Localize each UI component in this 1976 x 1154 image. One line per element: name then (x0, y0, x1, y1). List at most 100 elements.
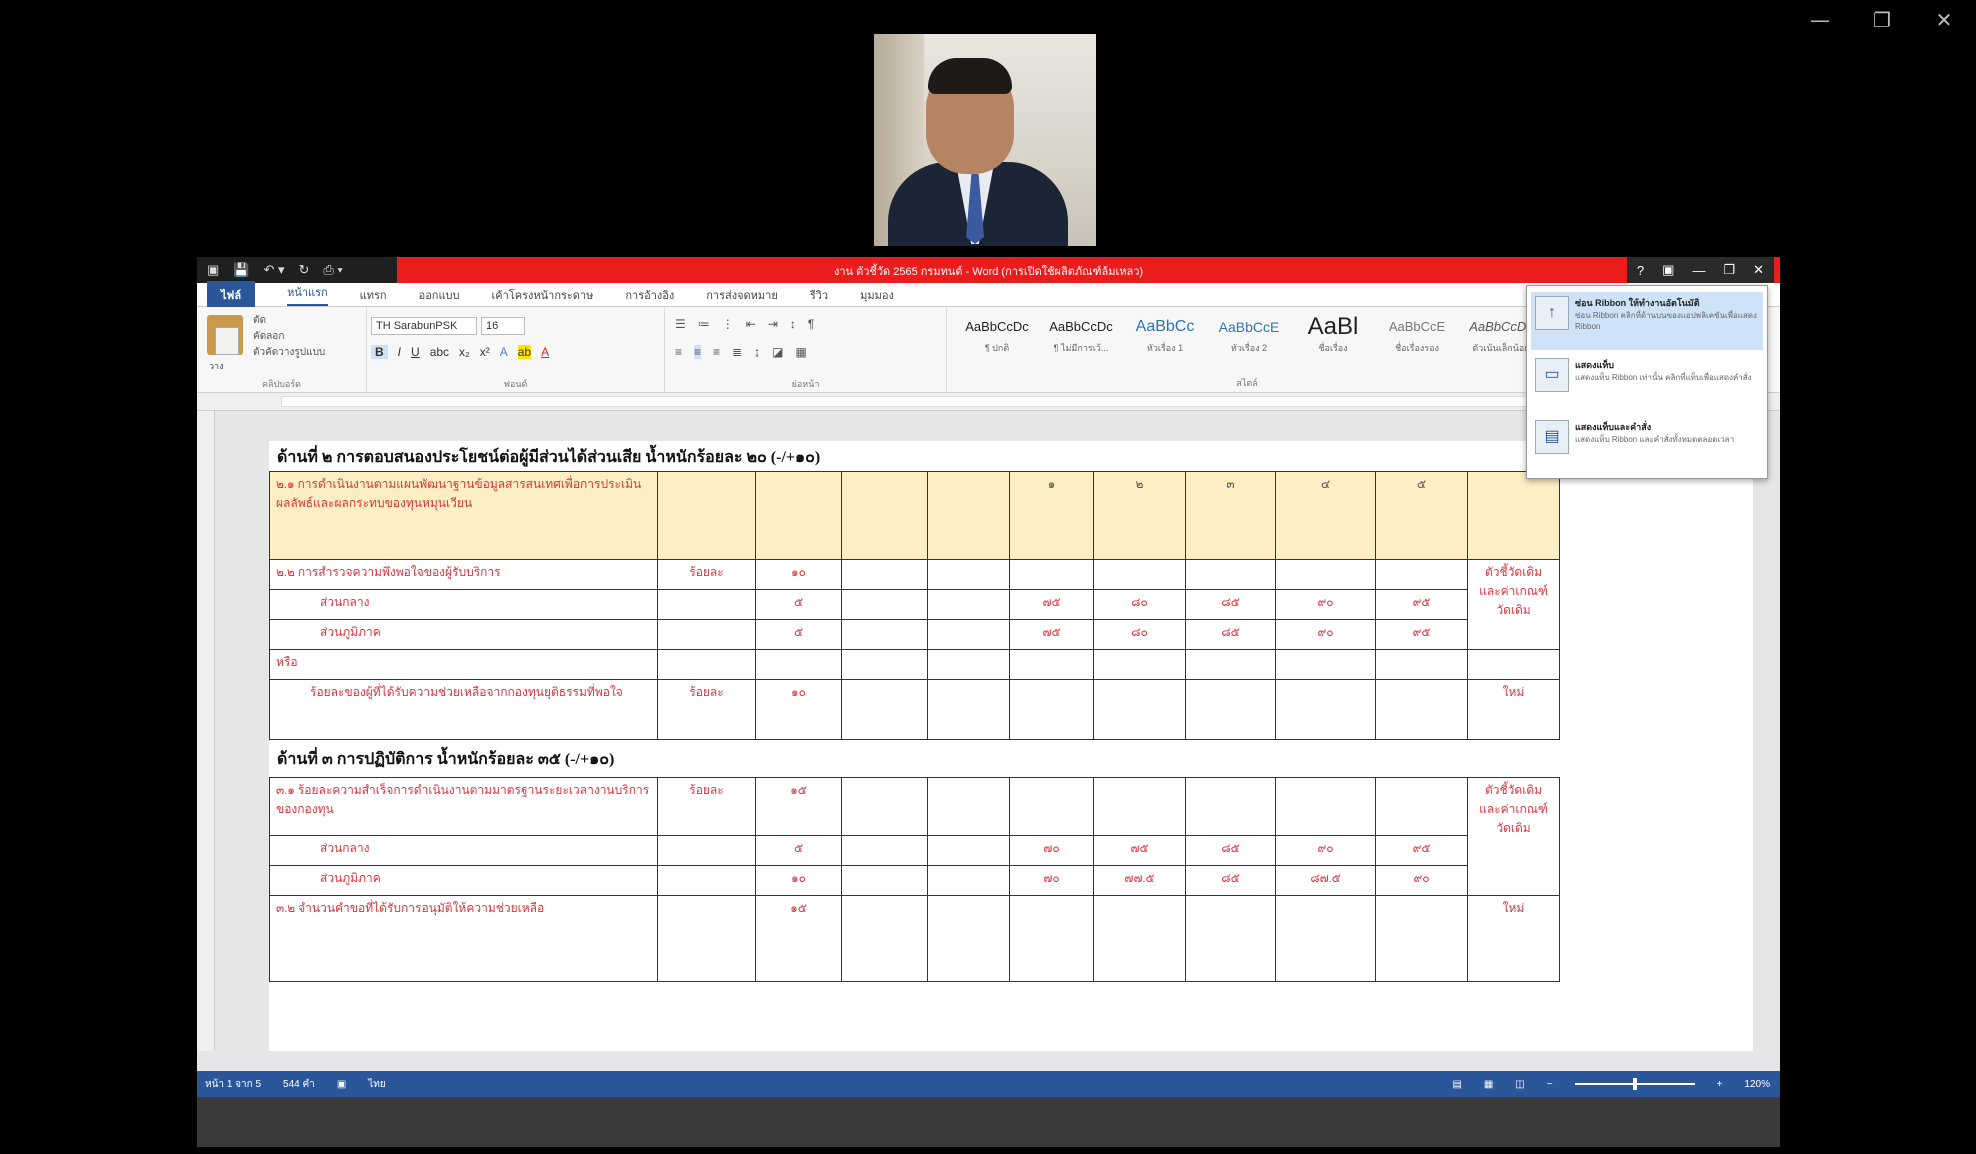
font-color-icon[interactable]: A (541, 345, 549, 359)
justify-icon[interactable]: ≣ (732, 345, 742, 359)
style-heading-2[interactable]: AaBbCcE หัวเรื่อง 2 (1209, 313, 1289, 369)
menu-item-show-tabs-and-commands[interactable]: ▤ แสดงแท็บและคำสั่ง แสดงแท็บ Ribbon และคำ… (1531, 416, 1763, 474)
window-minimize-button[interactable]: — (1800, 8, 1840, 32)
table-row: ๒.๒ การสำรวจความพึงพอใจของผู้รับบริการ ร… (269, 559, 1670, 650)
show-tabs-commands-icon: ▤ (1535, 420, 1569, 454)
minimize-icon[interactable]: — (1692, 263, 1705, 278)
indicator-cell: ส่วนภูมิภาค (269, 865, 658, 896)
score-cell: ๘๐ (1093, 589, 1186, 620)
style-subtitle[interactable]: AaBbCcE ชื่อเรื่องรอง (1377, 313, 1457, 369)
vertical-ruler[interactable] (197, 411, 215, 1051)
lower-blank-area (197, 1097, 1780, 1147)
menu-item-desc: แสดงแท็บ Ribbon เท่านั้น คลิกที่แท็บเพื่… (1575, 373, 1752, 382)
score-cell: ๗๕ (1009, 619, 1094, 650)
style-name: ชื่อเรื่องรอง (1395, 343, 1439, 353)
style-normal[interactable]: AaBbCcDc ¶ ปกติ (957, 313, 1037, 369)
subscript-icon[interactable]: x₂ (459, 345, 470, 359)
document-page[interactable]: ด้านที่ ๒ การตอบสนองประโยชน์ต่อผู้มีส่วน… (269, 441, 1753, 1051)
close-icon[interactable]: ✕ (1753, 262, 1764, 278)
menu-item-auto-hide-ribbon[interactable]: ↑ ซ่อน Ribbon ให้ทำงานอัตโนมัติ ซ่อน Ribb… (1531, 292, 1763, 350)
table-row: ๓.๒ จำนวนคำขอที่ได้รับการอนุมัติให้ความช… (269, 895, 1670, 982)
window-restore-button[interactable]: ❐ (1862, 8, 1902, 32)
style-name: ¶ ไม่มีการเว้... (1053, 343, 1109, 353)
tab-references[interactable]: การอ้างอิง (625, 286, 674, 304)
align-center-icon[interactable]: ≡ (694, 345, 702, 359)
paste-button[interactable] (207, 315, 243, 355)
indicator-cell: ๒.๑ การดำเนินงานตามแผนพัฒนาฐานข้อมูลสารส… (269, 471, 658, 560)
zoom-out-icon[interactable]: − (1547, 1079, 1553, 1090)
tab-home[interactable]: หน้าแรก (287, 283, 328, 306)
font-size-box[interactable]: 16 (481, 317, 525, 335)
shading-icon[interactable]: ◪ (772, 345, 783, 359)
score-cell: ๙๐ (1275, 589, 1376, 620)
tab-insert[interactable]: แทรก (360, 286, 387, 304)
style-no-spacing[interactable]: AaBbCcDc ¶ ไม่มีการเว้... (1041, 313, 1121, 369)
increase-indent-icon[interactable]: ⇥ (768, 317, 778, 331)
score-cell: ๔ (1275, 471, 1376, 560)
undo-icon[interactable]: ↶ ▾ (263, 262, 284, 278)
underline-button[interactable]: U (411, 345, 420, 359)
paste-label: วาง (209, 361, 224, 371)
line-spacing-icon[interactable]: ↨ (754, 345, 760, 359)
sort-icon[interactable]: ↕ (790, 317, 796, 331)
tab-review[interactable]: รีวิว (810, 286, 828, 304)
strikethrough-icon[interactable]: abc (430, 345, 449, 359)
zoom-level[interactable]: 120% (1744, 1079, 1770, 1090)
print-layout-icon[interactable]: ▦ (1484, 1079, 1493, 1090)
tab-design[interactable]: ออกแบบ (419, 286, 460, 304)
style-name: หัวเรื่อง 2 (1230, 343, 1268, 353)
cut-button[interactable]: ตัด (253, 313, 266, 328)
window-close-button[interactable]: ✕ (1924, 8, 1964, 32)
text-effects-icon[interactable]: A (500, 345, 508, 359)
copy-button[interactable]: คัดลอก (253, 329, 284, 344)
align-right-icon[interactable]: ≡ (713, 345, 720, 359)
weight-cell (755, 471, 842, 560)
read-mode-icon[interactable]: ▤ (1452, 1079, 1461, 1090)
web-layout-icon[interactable]: ◫ (1515, 1079, 1524, 1090)
format-painter-button[interactable]: ตัวคัดวางรูปแบบ (253, 345, 325, 360)
note-cell: ใหม่ (1467, 679, 1560, 740)
italic-button[interactable]: I (398, 345, 401, 359)
style-heading-1[interactable]: AaBbCc หัวเรื่อง 1 (1125, 313, 1205, 369)
align-left-icon[interactable]: ≡ (675, 345, 682, 359)
clipboard-group: วาง ตัด คัดลอก ตัวคัดวางรูปแบบ คลิปบอร์ด (197, 307, 367, 393)
table-row: ส่วนกลาง ๕ ๗๕ ๘๐ ๘๕ ๙๐ ๙๕ (269, 589, 1670, 620)
proofing-icon[interactable]: ▣ (337, 1079, 346, 1090)
ribbon-display-options-icon[interactable]: ▣ (1662, 262, 1674, 278)
highlight-icon[interactable]: ab (517, 345, 532, 359)
bullets-icon[interactable]: ☰ (675, 317, 686, 331)
paragraph-row-2: ≡ ≡ ≡ ≣ ↨ ◪ ▦ (675, 345, 807, 359)
style-title[interactable]: AaBl ชื่อเรื่อง (1293, 313, 1373, 369)
print-preview-icon[interactable]: ⎙ ▾ (323, 262, 342, 278)
help-icon[interactable]: ? (1637, 263, 1644, 278)
multilevel-list-icon[interactable]: ⋮ (722, 317, 734, 331)
score-cell: ๘๕ (1185, 589, 1276, 620)
bold-button[interactable]: B (371, 345, 388, 359)
borders-icon[interactable]: ▦ (795, 345, 806, 359)
font-name-box[interactable]: TH SarabunPSK (371, 317, 477, 335)
menu-item-title: แสดงแท็บ (1575, 360, 1614, 370)
zoom-slider[interactable] (1574, 1078, 1695, 1090)
word-count[interactable]: 544 คำ (283, 1077, 315, 1092)
style-name: ¶ ปกติ (984, 343, 1010, 353)
weight-cell: ๑๕ (755, 777, 842, 836)
redo-icon[interactable]: ↻ (299, 262, 310, 278)
pilcrow-icon[interactable]: ¶ (808, 317, 814, 331)
language-indicator[interactable]: ไทย (368, 1077, 385, 1092)
zoom-slider-thumb[interactable] (1632, 1078, 1637, 1090)
decrease-indent-icon[interactable]: ⇤ (746, 317, 756, 331)
tab-mailings[interactable]: การส่งจดหมาย (706, 286, 778, 304)
zoom-in-icon[interactable]: + (1717, 1079, 1723, 1090)
save-icon[interactable]: 💾 (233, 262, 249, 278)
tab-layout[interactable]: เค้าโครงหน้ากระดาษ (492, 286, 594, 304)
style-sample: AaBbCcE (1218, 319, 1280, 335)
indicator-cell: ส่วนกลาง (269, 589, 658, 620)
page-count[interactable]: หน้า 1 จาก 5 (205, 1077, 261, 1092)
numbering-icon[interactable]: ≔ (698, 317, 710, 331)
restore-icon[interactable]: ❐ (1723, 262, 1735, 278)
superscript-icon[interactable]: x² (480, 345, 490, 359)
tab-file[interactable]: ไฟล์ (207, 280, 256, 309)
weight-cell: ๑๕ (755, 895, 842, 982)
tab-view[interactable]: มุมมอง (860, 286, 894, 304)
menu-item-show-tabs[interactable]: ▭ แสดงแท็บ แสดงแท็บ Ribbon เท่านั้น คลิกท… (1531, 354, 1763, 412)
